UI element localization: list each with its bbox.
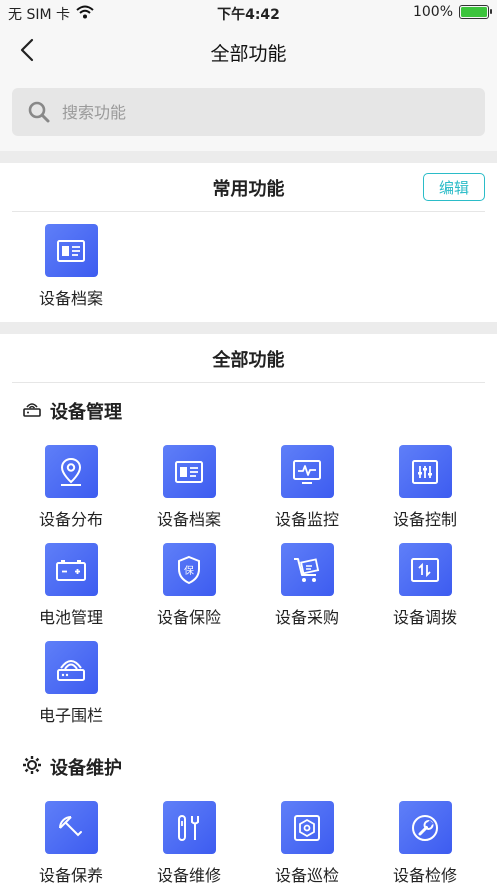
item-device-control[interactable]: 设备控制 xyxy=(366,445,484,535)
sliders-icon xyxy=(398,445,452,498)
archive-card-icon xyxy=(162,445,216,498)
inspection-hex-icon xyxy=(280,801,334,854)
search-area xyxy=(0,78,497,151)
insurance-shield-icon: 保 xyxy=(162,543,216,596)
purchase-cart-icon xyxy=(280,543,334,596)
location-pin-icon xyxy=(44,445,98,498)
item-label: 设备巡检 xyxy=(274,866,339,883)
item-label: 设备控制 xyxy=(392,510,457,529)
item-label: 电子围栏 xyxy=(38,706,103,725)
all-functions-header: 全部功能 xyxy=(12,334,485,383)
item-label: 电池管理 xyxy=(38,608,103,627)
common-item-device-archive[interactable]: 设备档案 xyxy=(12,224,130,314)
status-right: 100% xyxy=(412,4,492,20)
item-label: 设备保养 xyxy=(38,866,103,883)
transfer-icon xyxy=(398,543,452,596)
common-functions-header: 常用功能 编辑 xyxy=(12,163,485,212)
item-device-upkeep[interactable]: 设备保养 xyxy=(12,801,130,883)
item-device-archive[interactable]: 设备档案 xyxy=(130,445,248,535)
item-device-inspection[interactable]: 设备巡检 xyxy=(248,801,366,883)
nav-bar: 全部功能 xyxy=(0,26,497,78)
section-header-device-management: 设备管理 xyxy=(22,398,122,424)
item-label: 设备检修 xyxy=(392,866,457,883)
svg-text:保: 保 xyxy=(184,564,194,577)
wrench-circle-icon xyxy=(398,801,452,854)
item-device-distribution[interactable]: 设备分布 xyxy=(12,445,130,535)
item-device-insurance[interactable]: 保 设备保险 xyxy=(130,543,248,633)
item-device-monitoring[interactable]: 设备监控 xyxy=(248,445,366,535)
section-header-device-maintenance: 设备维护 xyxy=(22,754,122,780)
section-title: 设备维护 xyxy=(50,758,122,779)
edit-button[interactable]: 编辑 xyxy=(423,173,485,201)
all-functions-card: 全部功能 设备管理 设备分布 设备档案 设备监控 设备控制 电池管理 保 设备保… xyxy=(0,334,497,883)
item-label: 设备档案 xyxy=(156,510,221,529)
battery-icon xyxy=(459,5,492,19)
item-device-overhaul[interactable]: 设备检修 xyxy=(366,801,484,883)
item-electronic-fence[interactable]: 电子围栏 xyxy=(12,641,130,731)
item-device-transfer[interactable]: 设备调拨 xyxy=(366,543,484,633)
status-bar: 无 SIM 卡 下午4:42 100% xyxy=(0,0,497,26)
gear-icon xyxy=(22,755,42,779)
item-device-purchase[interactable]: 设备采购 xyxy=(248,543,366,633)
archive-card-icon xyxy=(44,224,98,277)
item-label: 设备档案 xyxy=(38,289,103,308)
search-box[interactable] xyxy=(12,88,485,136)
common-functions-title: 常用功能 xyxy=(212,179,285,200)
battery-fill xyxy=(461,7,487,17)
section-title: 设备管理 xyxy=(50,402,122,423)
item-label: 设备分布 xyxy=(38,510,103,529)
router-icon xyxy=(22,400,42,422)
search-input[interactable] xyxy=(62,102,442,122)
search-icon xyxy=(26,99,52,125)
item-label: 设备调拨 xyxy=(392,608,457,627)
item-device-repair[interactable]: 设备维修 xyxy=(130,801,248,883)
item-label: 设备维修 xyxy=(156,866,221,883)
maintenance-umbrella-icon xyxy=(44,801,98,854)
item-label: 设备监控 xyxy=(274,510,339,529)
battery-percent: 100% xyxy=(412,4,453,20)
item-label: 设备采购 xyxy=(274,608,339,627)
repair-tools-icon xyxy=(162,801,216,854)
page-title: 全部功能 xyxy=(210,43,287,65)
fence-signal-icon xyxy=(44,641,98,694)
common-functions-card: 常用功能 编辑 设备档案 xyxy=(0,163,497,322)
item-label: 设备保险 xyxy=(156,608,221,627)
monitor-pulse-icon xyxy=(280,445,334,498)
all-functions-title: 全部功能 xyxy=(212,350,285,371)
item-battery-management[interactable]: 电池管理 xyxy=(12,543,130,633)
battery-icon xyxy=(44,543,98,596)
